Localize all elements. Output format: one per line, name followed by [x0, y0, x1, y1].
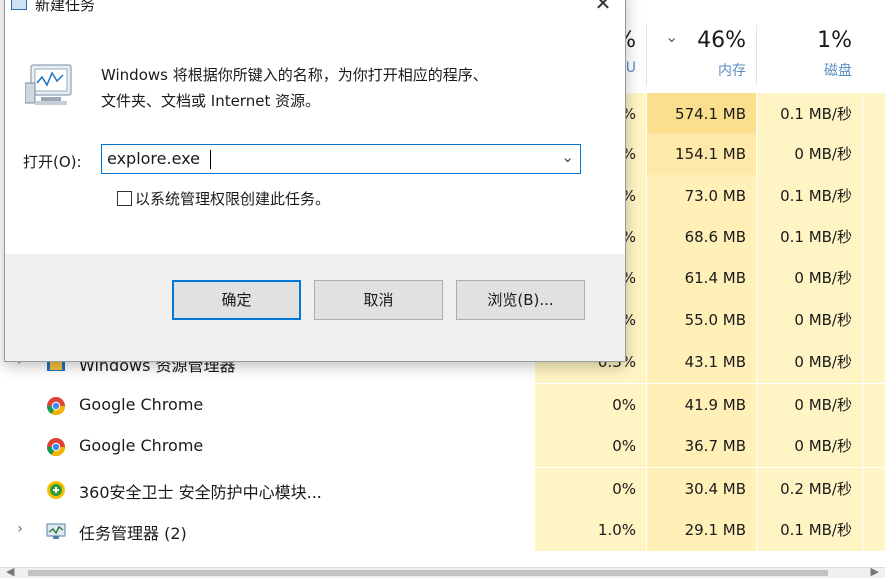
process-name: Google Chrome: [79, 395, 204, 414]
memory-cell: 73.0 MB: [646, 175, 756, 217]
disk-cell: 0.1 MB/秒: [756, 175, 862, 217]
cpu-label: U: [625, 60, 636, 76]
browse-button[interactable]: 浏览(B)...: [456, 280, 585, 320]
process-row-chrome[interactable]: Google Chrome 0% 41.9 MB 0 MB/秒: [0, 384, 885, 426]
memory-cell: 43.1 MB: [646, 341, 756, 383]
cpu-cell: 1.0%: [534, 509, 646, 551]
cpu-cell: 0%: [534, 468, 646, 510]
run-app-icon: [24, 61, 75, 109]
scroll-left-icon[interactable]: ◀: [6, 565, 14, 578]
disk-cell: 0.1 MB/秒: [756, 216, 862, 258]
horizontal-scrollbar[interactable]: ◀ ▶: [0, 565, 885, 578]
cpu-cell: 0%: [534, 425, 646, 467]
dialog-description: Windows 将根据你所键入的名称，为你打开相应的程序、: [101, 66, 488, 84]
memory-cell: 30.4 MB: [646, 468, 756, 510]
disk-cell: 0.2 MB/秒: [756, 468, 862, 510]
sort-chevron-icon: ⌄: [665, 27, 679, 46]
overflow-cell: [862, 341, 885, 383]
chevron-down-icon[interactable]: ⌄: [561, 148, 574, 166]
memory-cell: 68.6 MB: [646, 216, 756, 258]
disk-cell: 0 MB/秒: [756, 425, 862, 467]
disk-cell: 0 MB/秒: [756, 384, 862, 426]
dialog-title-bar[interactable]: 新建任务: [5, 0, 625, 21]
overflow-cell: [862, 175, 885, 217]
task-manager-icon: [46, 521, 66, 541]
run-window-icon: [11, 0, 27, 11]
process-row-taskmgr[interactable]: › 任务管理器 (2) 1.0% 29.1 MB 0.1 MB/秒: [0, 509, 885, 551]
overflow-cell: [862, 509, 885, 551]
memory-cell: 61.4 MB: [646, 257, 756, 299]
disk-cell: 0.1 MB/秒: [756, 93, 862, 135]
memory-cell: 574.1 MB: [646, 93, 756, 135]
admin-checkbox-label[interactable]: 以系统管理权限创建此任务。: [135, 188, 330, 209]
new-task-dialog: 新建任务 ✕ Windows 将根据你所键入的名称，为你打开相应的程序、 文件夹…: [4, 0, 626, 362]
memory-cell: 29.1 MB: [646, 509, 756, 551]
process-name: 任务管理器 (2): [79, 524, 187, 543]
disk-cell: 0 MB/秒: [756, 133, 862, 175]
memory-cell: 41.9 MB: [646, 384, 756, 426]
process-name: Google Chrome: [79, 436, 204, 455]
cancel-button[interactable]: 取消: [314, 280, 443, 320]
overflow-cell: [862, 133, 885, 175]
memory-percent: 46%: [697, 28, 746, 53]
dialog-description: 文件夹、文档或 Internet 资源。: [101, 92, 321, 110]
overflow-cell: [862, 468, 885, 510]
disk-cell: 0 MB/秒: [756, 341, 862, 383]
overflow-cell: [862, 384, 885, 426]
overflow-cell: [862, 93, 885, 135]
close-icon[interactable]: ✕: [588, 0, 618, 17]
dialog-title: 新建任务: [35, 0, 96, 14]
open-input-value[interactable]: explore.exe: [107, 149, 200, 168]
memory-cell: 154.1 MB: [646, 133, 756, 175]
process-name: 360安全卫士 安全防护中心模块...: [79, 483, 322, 502]
process-row-chrome[interactable]: Google Chrome 0% 36.7 MB 0 MB/秒: [0, 425, 885, 467]
column-header-disk[interactable]: 1% 磁盘: [756, 25, 862, 86]
360-security-icon: [46, 480, 66, 500]
ok-button[interactable]: 确定: [172, 280, 301, 320]
overflow-cell: [862, 216, 885, 258]
disk-cell: 0 MB/秒: [756, 257, 862, 299]
overflow-cell: [862, 425, 885, 467]
disk-cell: 0 MB/秒: [756, 299, 862, 341]
memory-cell: 36.7 MB: [646, 425, 756, 467]
cpu-cell: 0%: [534, 384, 646, 426]
open-combobox[interactable]: explore.exe ⌄: [101, 144, 581, 174]
chrome-icon: [46, 437, 66, 457]
column-header-memory[interactable]: ⌄ 46% 内存: [646, 25, 756, 86]
disk-cell: 0.1 MB/秒: [756, 509, 862, 551]
disk-label: 磁盘: [824, 63, 852, 79]
scroll-right-icon[interactable]: ▶: [871, 565, 879, 578]
admin-checkbox[interactable]: [117, 191, 132, 206]
overflow-cell: [862, 257, 885, 299]
open-label: 打开(O):: [23, 153, 82, 171]
scrollbar-thumb[interactable]: [28, 570, 828, 576]
memory-label: 内存: [718, 63, 746, 79]
process-row-360[interactable]: 360安全卫士 安全防护中心模块... 0% 30.4 MB 0.2 MB/秒: [0, 468, 885, 510]
memory-cell: 55.0 MB: [646, 299, 756, 341]
disk-percent: 1%: [817, 28, 852, 53]
chrome-icon: [46, 396, 66, 416]
expand-chevron-icon[interactable]: ›: [14, 521, 26, 537]
overflow-cell: [862, 299, 885, 341]
text-caret: [210, 150, 211, 169]
